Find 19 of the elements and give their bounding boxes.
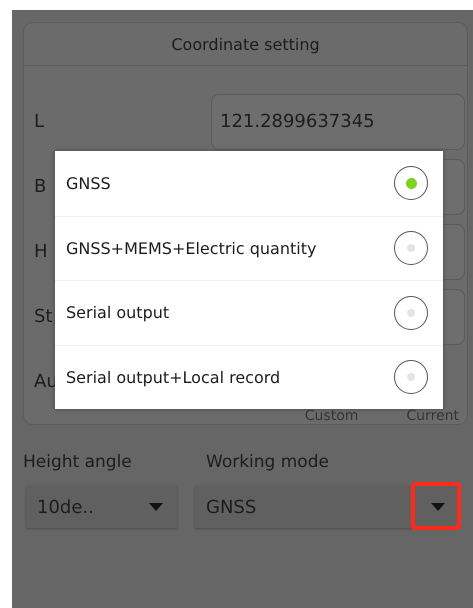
- field-label: St: [34, 306, 52, 327]
- radio-button[interactable]: [394, 296, 428, 330]
- radio-button[interactable]: [394, 231, 428, 266]
- mode-option[interactable]: Serial output: [55, 280, 443, 344]
- height-angle-label: Height angle: [23, 452, 133, 472]
- caret-icon: [431, 503, 445, 511]
- card-title: Coordinate setting: [24, 23, 467, 66]
- caret-icon: [149, 503, 163, 511]
- radio-button[interactable]: [394, 360, 428, 394]
- mode-option[interactable]: Serial output+Local record: [55, 344, 443, 409]
- option-label: Custom: [304, 408, 358, 424]
- field-label: B: [34, 176, 46, 197]
- field-label: H: [34, 241, 48, 262]
- radio-button[interactable]: [394, 166, 428, 200]
- field-label: L: [34, 111, 44, 132]
- mode-option[interactable]: GNSS: [55, 151, 443, 216]
- mode-option[interactable]: GNSS+MEMS+Electric quantity: [55, 216, 443, 280]
- working-mode-label: Working mode: [206, 452, 330, 472]
- option-label: Current: [406, 408, 459, 424]
